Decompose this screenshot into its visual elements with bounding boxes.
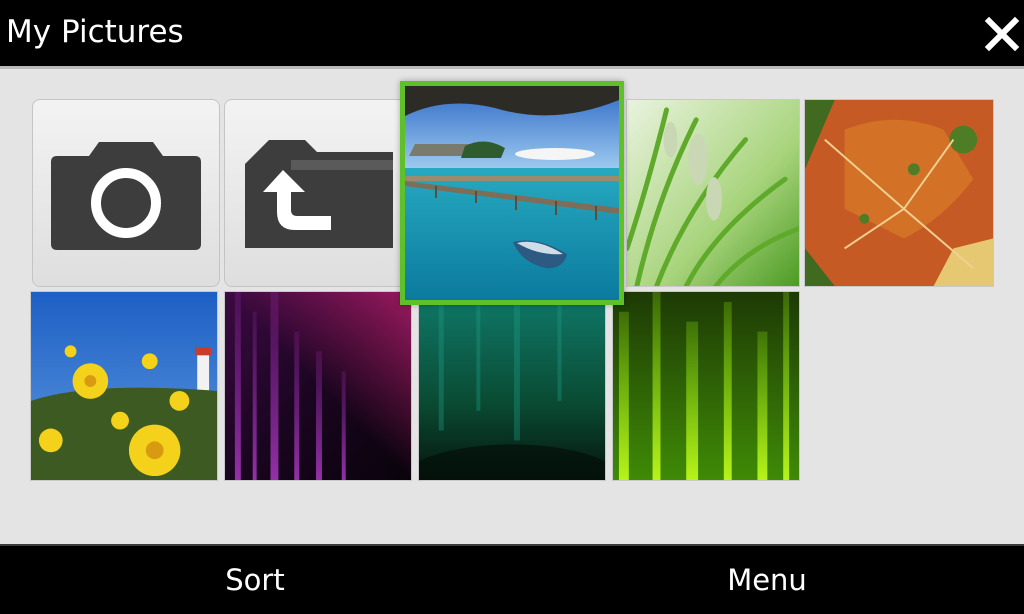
grass-image <box>627 100 799 286</box>
photo-teal-streaks[interactable] <box>418 291 606 481</box>
menu-softkey[interactable]: Menu <box>647 560 887 600</box>
photo-autumn-leaf[interactable] <box>804 99 994 287</box>
camera-tile[interactable] <box>32 99 220 287</box>
photo-purple-streaks[interactable] <box>224 291 412 481</box>
photo-grass[interactable] <box>626 99 800 287</box>
photo-green-streaks[interactable] <box>612 291 800 481</box>
teal-streaks-image <box>419 292 605 480</box>
folder-up-icon <box>245 140 393 248</box>
photo-yellow-flowers[interactable] <box>30 291 218 481</box>
camera-icon <box>51 142 201 250</box>
parent-folder-tile[interactable] <box>224 99 412 287</box>
close-button[interactable] <box>980 12 1024 56</box>
title-bar: My Pictures <box>0 0 1024 66</box>
yellow-flowers-image <box>31 292 217 480</box>
close-icon <box>984 16 1020 52</box>
picture-grid <box>0 66 1024 544</box>
photo-beach-pier[interactable] <box>400 81 624 305</box>
purple-streaks-image <box>225 292 411 480</box>
page-title: My Pictures <box>6 14 184 50</box>
autumn-leaf-image <box>805 100 993 286</box>
green-streaks-image <box>613 292 799 480</box>
beach-pier-image <box>405 86 619 300</box>
softkey-bar: Sort Menu <box>0 544 1024 614</box>
sort-softkey[interactable]: Sort <box>135 560 375 600</box>
